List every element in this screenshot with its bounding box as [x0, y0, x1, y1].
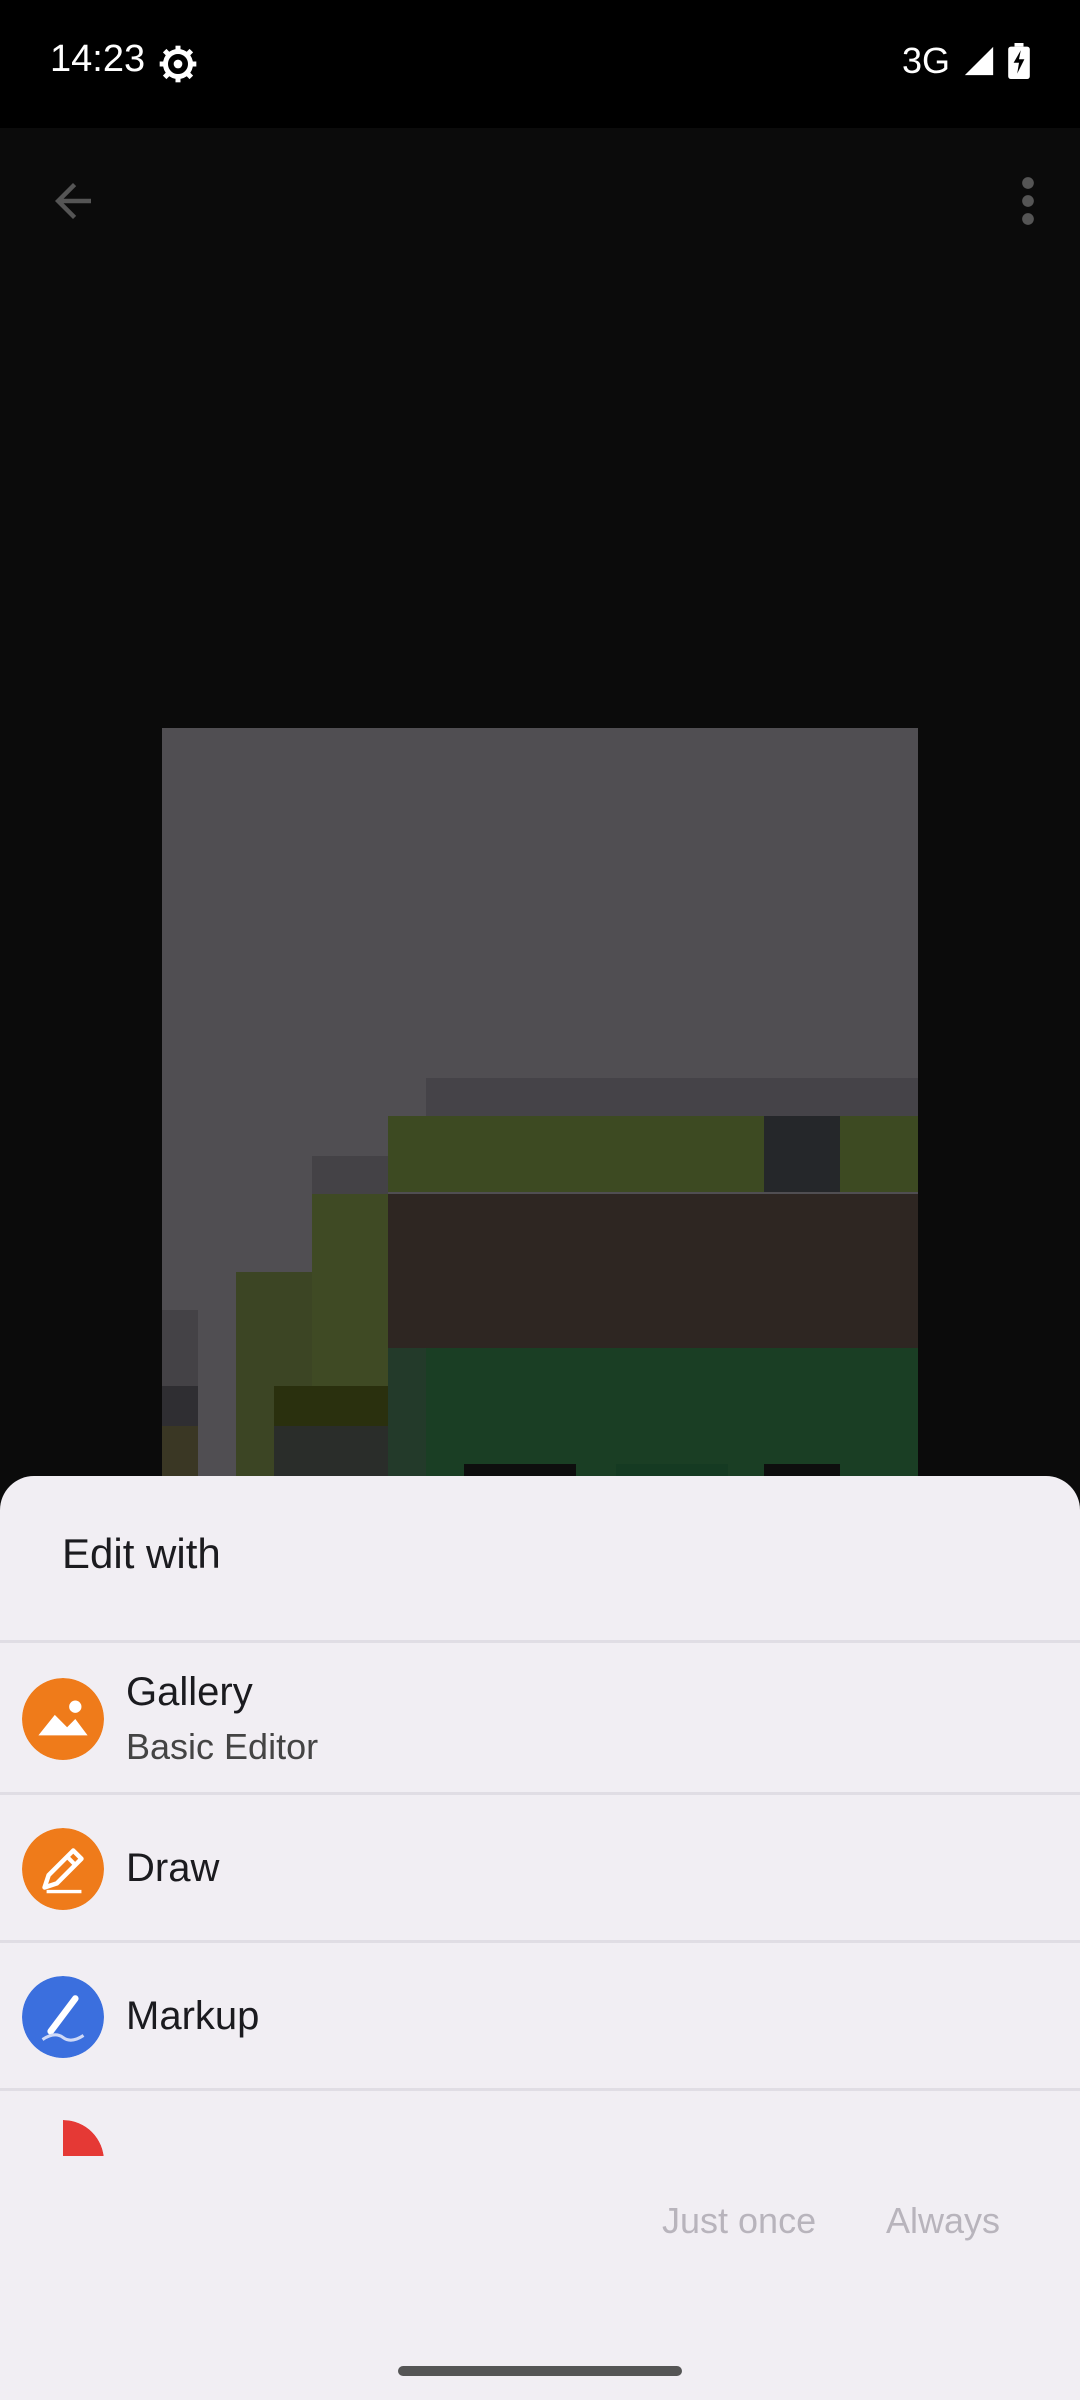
- pencil-icon: [22, 1828, 104, 1910]
- signal-icon: [964, 46, 994, 76]
- image-viewer: [0, 128, 1080, 1480]
- gear-icon: [159, 45, 197, 83]
- photo-preview: [162, 728, 918, 1480]
- app-name: Markup: [126, 1994, 260, 2038]
- more-vert-icon[interactable]: [1016, 174, 1040, 228]
- app-option-markup[interactable]: Markup: [0, 1942, 1080, 2090]
- navigation-handle[interactable]: [398, 2366, 682, 2376]
- status-bar: 14:23 3G: [0, 0, 1080, 128]
- action-bar: Just once Always: [0, 2156, 1080, 2316]
- partial-app-icon: [63, 2120, 104, 2156]
- app-option-gallery[interactable]: Gallery Basic Editor: [0, 1644, 1080, 1792]
- always-button[interactable]: Always: [886, 2200, 1000, 2242]
- sheet-title: Edit with: [62, 1530, 221, 1577]
- app-name: Draw: [126, 1846, 220, 1890]
- status-right: 3G: [902, 40, 1030, 82]
- edit-with-sheet: Edit with Gallery Basic Editor Draw Mark…: [0, 1476, 1080, 2400]
- status-time: 14:23: [50, 38, 146, 80]
- pixel-image: [162, 728, 918, 1480]
- app-option-partial[interactable]: [0, 2090, 1080, 2156]
- app-option-draw[interactable]: Draw: [0, 1794, 1080, 1942]
- arrow-back-icon[interactable]: [46, 174, 100, 228]
- gallery-mountain-icon: [22, 1678, 104, 1760]
- app-subtitle: Basic Editor: [126, 1726, 319, 1767]
- just-once-button[interactable]: Just once: [662, 2200, 816, 2242]
- app-name: Gallery: [126, 1670, 253, 1714]
- battery-charging-icon: [1008, 43, 1030, 79]
- divider: [0, 1640, 1080, 1643]
- network-type: 3G: [901, 40, 950, 81]
- markup-pen-icon: [22, 1976, 104, 2058]
